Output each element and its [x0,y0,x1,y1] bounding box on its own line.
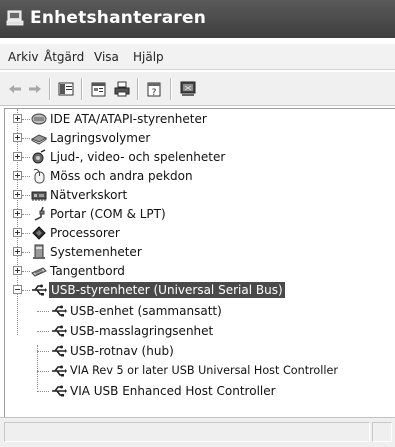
tree-connector [22,176,30,177]
print-icon[interactable] [113,80,131,98]
device-manager-app-icon [6,10,24,26]
tree-item-label: USB-enhet (sammansatt) [70,304,222,318]
tree-item-network-adapters[interactable]: Nätverkskort [5,185,395,205]
tree-item-label: VIA Rev 5 or later USB Universal Host Co… [70,364,338,377]
storage-volume-icon [31,134,47,145]
processor-icon [32,226,46,240]
tree-item-usb-mass-storage[interactable]: USB-masslagringsenhet [5,321,395,341]
tree-item-label: Tangentbord [50,264,125,278]
show-hide-tree-icon[interactable] [57,80,75,98]
tree-connector [22,233,30,234]
usb-icon [32,284,47,296]
toolbar-separator [81,78,83,100]
tree-item-usb-composite-device[interactable]: USB-enhet (sammansatt) [5,301,395,321]
expand-toggle[interactable] [13,133,22,142]
tree-connector [22,214,30,215]
toolbar: ? [0,72,395,106]
system-device-icon [33,244,45,259]
menu-arkiv[interactable]: Arkiv [8,50,39,64]
status-pane-main [4,422,370,442]
properties-icon[interactable] [90,80,108,98]
toolbar-separator [137,78,139,100]
tree-item-sound-devices[interactable]: Ljud-, video- och spelenheter [5,147,395,167]
tree-item-ports[interactable]: Portar (COM & LPT) [5,204,395,224]
tree-connector [22,138,30,139]
port-icon [34,206,45,221]
tree-item-label: IDE ATA/ATAPI-styrenheter [50,112,207,126]
tree-item-label: USB-rotnav (hub) [70,344,174,358]
tree-connector [37,391,49,392]
usb-icon [52,305,67,317]
tree-connector [22,290,30,291]
tree-item-usb-root-hub[interactable]: USB-rotnav (hub) [5,341,395,361]
tree-item-label: USB-styrenheter (Universal Serial Bus) [49,282,285,298]
mouse-icon [33,168,45,184]
tree-connector [37,331,49,332]
back-arrow-icon[interactable] [6,80,24,98]
title-bar[interactable]: Enhetshanteraren [0,0,395,38]
tree-item-usb-controllers[interactable]: USB-styrenheter (Universal Serial Bus) [5,280,395,300]
ide-controller-icon [31,113,47,125]
device-manager-window: Enhetshanteraren Arkiv Åtgärd Visa Hjälp [0,0,395,447]
tree-item-label: Portar (COM & LPT) [50,207,166,221]
device-tree: IDE ATA/ATAPI-styrenheter Lagringsvolyme… [4,108,395,417]
toolbar-separator [49,78,51,100]
tree-item-label: Ljud-, video- och spelenheter [50,150,226,164]
tree-item-storage-volumes[interactable]: Lagringsvolymer [5,128,395,148]
tree-item-keyboards[interactable]: Tangentbord [5,261,395,281]
network-adapter-icon [31,191,47,201]
tree-item-system-devices[interactable]: Systemenheter [5,242,395,262]
expand-toggle[interactable] [13,190,22,199]
status-bar [0,417,395,447]
svg-text:?: ? [152,88,157,98]
tree-connector [37,371,49,372]
tree-item-ide-controllers[interactable]: IDE ATA/ATAPI-styrenheter [5,109,395,129]
tree-connector [22,119,30,120]
tree-item-label: Processorer [50,226,120,240]
help-icon[interactable]: ? [146,80,164,98]
expand-toggle[interactable] [13,228,22,237]
usb-icon [52,385,67,397]
tree-connector [22,271,30,272]
scan-hardware-icon[interactable] [179,80,197,98]
toolbar-separator [170,78,172,100]
tree-item-label: VIA USB Enhanced Host Controller [70,384,276,398]
tree-connector [37,351,49,352]
tree-item-label: Systemenheter [50,245,142,259]
tree-connector [37,311,49,312]
collapse-toggle[interactable] [13,285,22,294]
tree-item-label: USB-masslagringsenhet [70,324,214,338]
window-title: Enhetshanteraren [30,8,206,28]
menu-visa[interactable]: Visa [94,50,119,64]
menu-atgard[interactable]: Åtgärd [44,50,84,64]
status-pane-right [372,422,392,442]
forward-arrow-icon[interactable] [26,80,44,98]
tree-item-label: Lagringsvolymer [50,131,151,145]
tree-item-label: Möss och andra pekdon [50,169,193,183]
expand-toggle[interactable] [13,247,22,256]
sound-device-icon [32,149,46,164]
usb-icon [52,325,67,337]
keyboard-icon [31,267,47,277]
usb-icon [52,345,67,357]
expand-toggle[interactable] [13,114,22,123]
tree-item-via-enhanced-host-controller[interactable]: VIA USB Enhanced Host Controller [5,381,395,401]
tree-item-mice[interactable]: Möss och andra pekdon [5,166,395,186]
expand-toggle[interactable] [13,209,22,218]
menu-bar: Arkiv Åtgärd Visa Hjälp [0,44,395,70]
tree-connector [22,252,30,253]
tree-item-via-universal-host-controller[interactable]: VIA Rev 5 or later USB Universal Host Co… [5,361,395,381]
tree-connector [22,157,30,158]
tree-item-processors[interactable]: Processorer [5,223,395,243]
tree-connector [22,195,30,196]
menu-hjalp[interactable]: Hjälp [133,50,164,64]
tree-item-label: Nätverkskort [50,188,128,202]
expand-toggle[interactable] [13,152,22,161]
expand-toggle[interactable] [13,171,22,180]
expand-toggle[interactable] [13,266,22,275]
usb-icon [52,365,67,377]
